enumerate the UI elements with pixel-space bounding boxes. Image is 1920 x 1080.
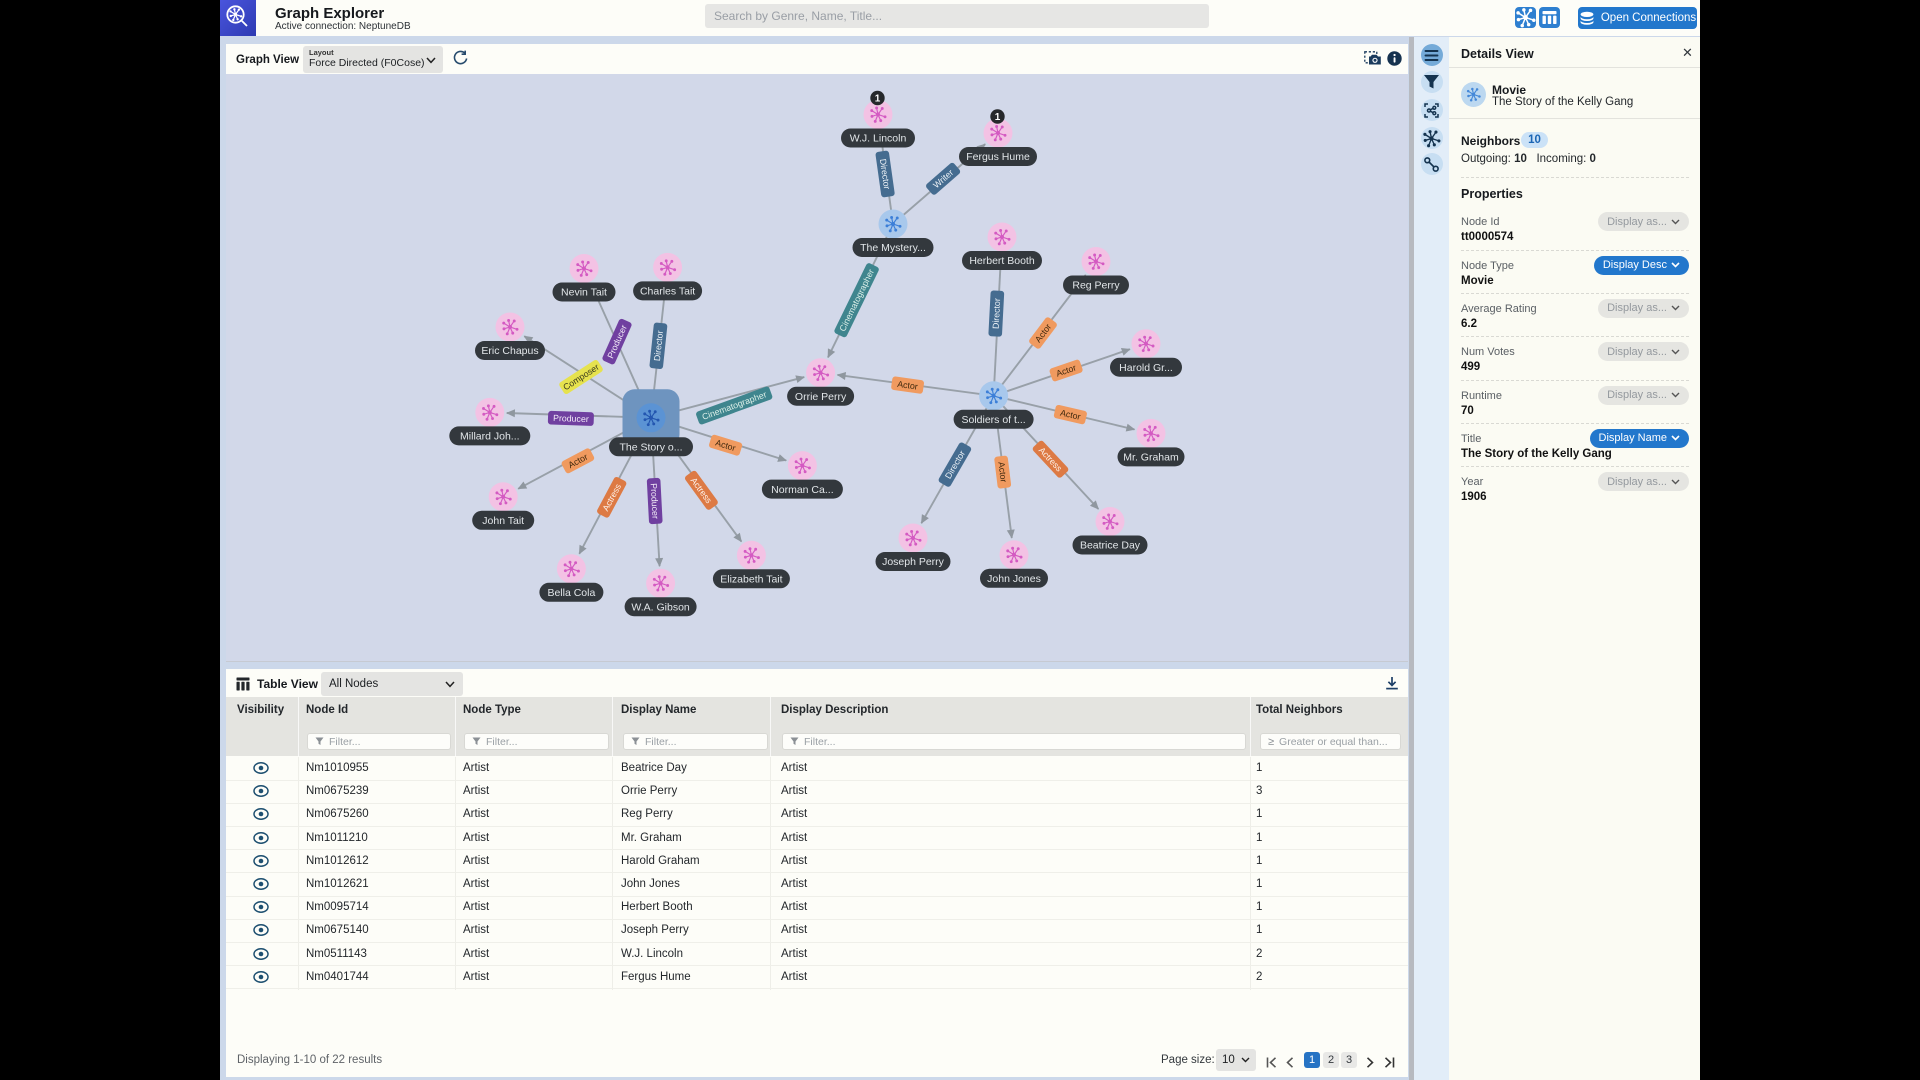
svg-text:W.J. Lincoln: W.J. Lincoln (850, 133, 907, 145)
svg-text:1: 1 (995, 112, 1001, 123)
svg-text:Elizabeth Tait: Elizabeth Tait (720, 574, 782, 586)
svg-text:Nevin Tait: Nevin Tait (561, 287, 607, 299)
svg-text:Cinematographer: Cinematographer (837, 267, 876, 333)
svg-text:Charles Tait: Charles Tait (640, 286, 695, 298)
svg-text:Herbert Booth: Herbert Booth (969, 255, 1035, 267)
svg-text:Mr. Graham: Mr. Graham (1123, 452, 1179, 464)
svg-text:Producer: Producer (649, 483, 661, 519)
svg-text:Composer: Composer (561, 362, 601, 393)
svg-text:Fergus Hume: Fergus Hume (966, 151, 1030, 163)
svg-text:John Tait: John Tait (482, 515, 524, 527)
svg-text:Beatrice Day: Beatrice Day (1080, 540, 1141, 552)
svg-text:Soldiers of t...: Soldiers of t... (961, 414, 1025, 426)
svg-text:Director: Director (991, 298, 1003, 329)
svg-text:Bella Cola: Bella Cola (547, 587, 595, 599)
svg-text:The Story o...: The Story o... (619, 442, 682, 454)
svg-text:Cinematographer: Cinematographer (701, 389, 768, 422)
svg-text:Eric Chapus: Eric Chapus (481, 345, 538, 357)
svg-text:Millard Joh...: Millard Joh... (460, 431, 520, 443)
svg-text:W.A. Gibson: W.A. Gibson (631, 601, 690, 613)
svg-text:Harold Gr...: Harold Gr... (1119, 362, 1173, 374)
svg-text:1: 1 (875, 94, 881, 105)
svg-text:Reg Perry: Reg Perry (1072, 280, 1120, 292)
svg-text:Producer: Producer (553, 413, 589, 424)
svg-text:Norman Ca...: Norman Ca... (771, 484, 833, 496)
svg-text:Joseph Perry: Joseph Perry (882, 556, 945, 568)
svg-text:Orrie Perry: Orrie Perry (795, 391, 847, 403)
svg-text:John Jones: John Jones (987, 573, 1041, 585)
svg-text:The Mystery...: The Mystery... (860, 242, 926, 254)
